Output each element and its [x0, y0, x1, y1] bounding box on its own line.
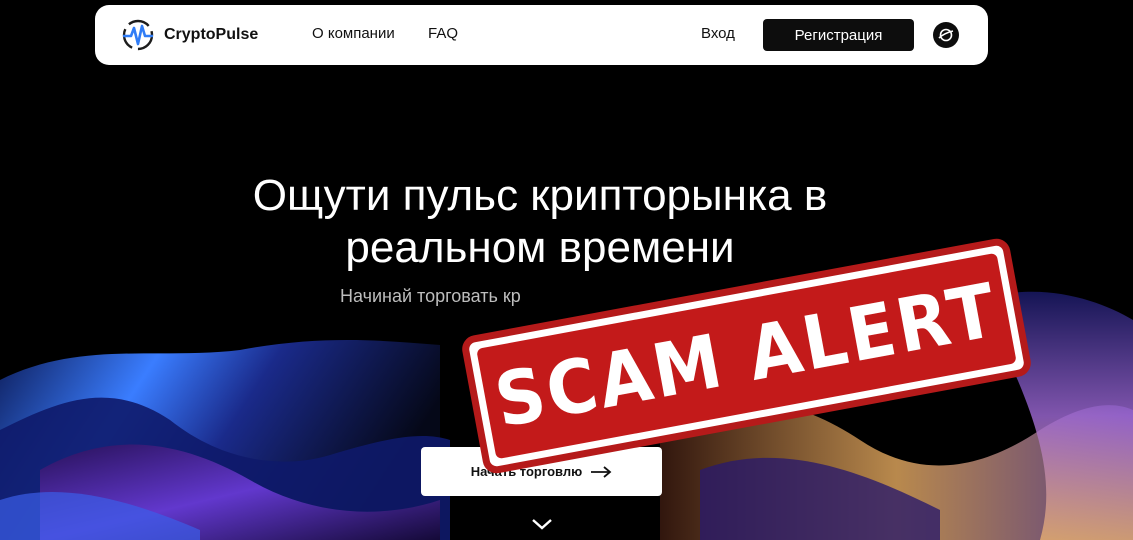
- chevron-down-icon[interactable]: [531, 517, 553, 531]
- hero-title: Ощути пульс крипторынка в реальном време…: [252, 171, 828, 272]
- logo[interactable]: CryptoPulse: [121, 19, 258, 51]
- arrow-right-icon: [591, 465, 612, 478]
- nav-link-about[interactable]: О компании: [312, 25, 395, 42]
- nav-link-faq[interactable]: FAQ: [428, 25, 458, 42]
- login-link[interactable]: Вход: [701, 25, 735, 42]
- top-navbar: CryptoPulse О компании FAQ Вход Регистра…: [95, 5, 988, 65]
- pulse-logo-icon: [122, 19, 154, 51]
- logo-text: CryptoPulse: [164, 26, 259, 43]
- language-button[interactable]: [933, 22, 959, 48]
- register-button[interactable]: Регистрация: [763, 19, 914, 51]
- globe-icon: [938, 28, 954, 42]
